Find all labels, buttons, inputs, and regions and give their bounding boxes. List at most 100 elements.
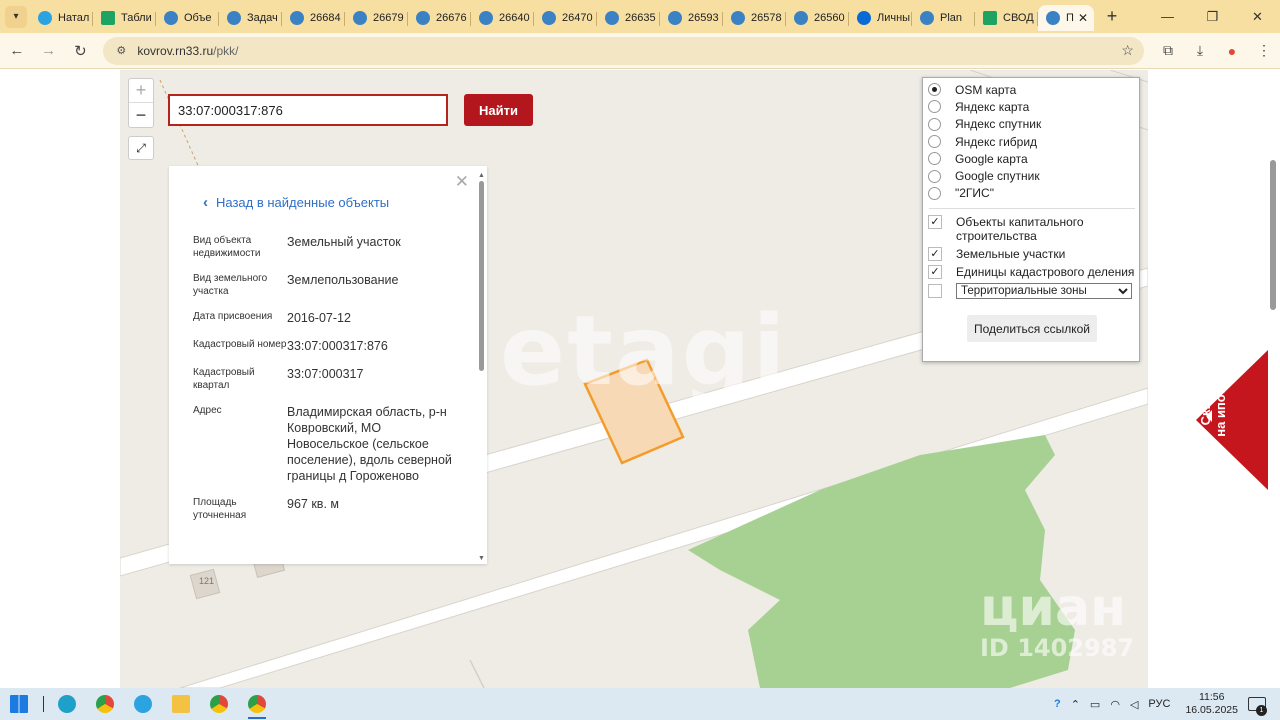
new-tab-button[interactable]: +: [1100, 5, 1124, 29]
territorial-zones-select[interactable]: Территориальные зоны: [956, 283, 1132, 300]
menu-dots-icon[interactable]: ⋮: [1248, 36, 1280, 66]
checkbox[interactable]: ✓: [928, 247, 942, 262]
info-value: 33:07:000317:876: [287, 339, 388, 353]
extensions-icon[interactable]: ⧉: [1152, 36, 1184, 66]
browser-tab[interactable]: 26640: [471, 5, 534, 31]
browser-tab[interactable]: Личны: [849, 5, 912, 31]
overlay-option[interactable]: ✓ Единицы кадастрового деления: [923, 265, 1139, 280]
url-path: /pkk/: [213, 43, 239, 58]
scroll-up-icon[interactable]: ▲: [478, 172, 485, 179]
tab-title: 26679: [373, 12, 404, 24]
forward-arrow-icon[interactable]: →: [34, 36, 64, 66]
browser-tab[interactable]: 26676: [408, 5, 471, 31]
zoom-out-button[interactable]: −: [129, 103, 153, 127]
close-icon[interactable]: ✕: [455, 172, 469, 192]
minimize-icon[interactable]: —: [1145, 0, 1190, 33]
tab-close-icon[interactable]: ✕: [1078, 11, 1088, 25]
download-icon[interactable]: ⤓: [1184, 36, 1216, 66]
taskbar-chrome-3[interactable]: [238, 688, 276, 720]
chrome-icon: [248, 695, 266, 713]
info-row: Площадь уточненная 967 кв. м: [193, 496, 455, 522]
browser-tab[interactable]: Plan: [912, 5, 975, 31]
overlay-option[interactable]: ✓ Объекты капитального строительства: [923, 215, 1139, 243]
site-info-icon[interactable]: ⚙: [113, 43, 129, 59]
checkbox[interactable]: ✓: [928, 215, 942, 230]
browser-tab[interactable]: 26560: [786, 5, 849, 31]
cadastral-map[interactable]: 121 etagi циан ID 1402987 + − ⤢ Найти ✕ …: [120, 70, 1148, 688]
zones-row: Территориальные зоны: [923, 283, 1139, 300]
taskbar-chrome[interactable]: [86, 688, 124, 720]
browser-tab[interactable]: Натал: [30, 5, 93, 31]
checkbox[interactable]: ✓: [928, 265, 942, 280]
radio-button[interactable]: [928, 117, 941, 131]
taskbar-edge[interactable]: [48, 688, 86, 720]
bookmark-star-icon[interactable]: ☆: [1121, 42, 1134, 59]
notification-icon[interactable]: 1: [1248, 697, 1267, 716]
base-map-option[interactable]: OSM карта: [923, 81, 1139, 98]
wifi-icon[interactable]: ◠: [1110, 698, 1120, 711]
fullscreen-button[interactable]: ⤢: [128, 136, 154, 160]
page-scroll-thumb[interactable]: [1270, 160, 1276, 310]
browser-tab[interactable]: П ✕: [1038, 5, 1094, 31]
browser-tab[interactable]: 26593: [660, 5, 723, 31]
browser-tab[interactable]: Задач: [219, 5, 282, 31]
url-text[interactable]: kovrov.rn33.ru/pkk/: [137, 44, 238, 58]
clock[interactable]: 11:56 16.05.2025: [1185, 691, 1238, 717]
tab-title: Объе: [184, 12, 212, 24]
radio-button[interactable]: [928, 152, 941, 166]
scroll-thumb[interactable]: [479, 181, 484, 371]
globe-icon: [668, 11, 682, 25]
language-indicator[interactable]: РУС: [1148, 698, 1170, 710]
zones-checkbox[interactable]: [928, 284, 942, 299]
browser-tab[interactable]: СВОД: [975, 5, 1038, 31]
radio-button[interactable]: [928, 83, 941, 97]
volume-icon[interactable]: ◁: [1130, 698, 1138, 711]
base-map-option[interactable]: Google карта: [923, 150, 1139, 167]
taskbar-chrome-2[interactable]: [200, 688, 238, 720]
chevron-up-icon[interactable]: ⌃: [1071, 698, 1080, 711]
base-map-option[interactable]: Яндекс гибрид: [923, 133, 1139, 150]
back-arrow-icon[interactable]: ←: [2, 36, 32, 66]
reload-icon[interactable]: ↻: [66, 36, 96, 66]
browser-tab[interactable]: 26635: [597, 5, 660, 31]
base-map-option[interactable]: Яндекс карта: [923, 98, 1139, 115]
base-map-label: Яндекс гибрид: [955, 134, 1038, 149]
help-icon[interactable]: ?: [1054, 698, 1061, 710]
browser-tab[interactable]: 26684: [282, 5, 345, 31]
taskbar-telegram[interactable]: [124, 688, 162, 720]
browser-tab[interactable]: Табли: [93, 5, 156, 31]
overlay-option[interactable]: ✓ Земельные участки: [923, 247, 1139, 262]
back-to-results-link[interactable]: ‹ Назад в найденные объекты: [203, 194, 389, 211]
radio-button[interactable]: [928, 186, 941, 200]
radio-button[interactable]: [928, 135, 941, 149]
base-map-option[interactable]: Яндекс спутник: [923, 116, 1139, 133]
info-scrollbar[interactable]: ▲ ▼: [478, 172, 485, 562]
profile-avatar[interactable]: ●: [1216, 36, 1248, 66]
base-map-option[interactable]: "2ГИС": [923, 185, 1139, 202]
address-bar[interactable]: ⚙ kovrov.rn33.ru/pkk/ ☆: [103, 36, 1144, 65]
browser-tab[interactable]: Объе: [156, 5, 219, 31]
start-button[interactable]: [0, 688, 38, 720]
chevron-left-icon: ‹: [203, 194, 208, 211]
close-window-icon[interactable]: ✕: [1235, 0, 1280, 33]
browser-tab[interactable]: 26578: [723, 5, 786, 31]
taskbar-explorer[interactable]: [162, 688, 200, 720]
zoom-in-button[interactable]: +: [129, 79, 153, 103]
mortgage-discount-tab[interactable]: Скидки на ипотеку: [1196, 350, 1268, 490]
tab-title: Табли: [121, 12, 152, 24]
clock-time: 11:56: [1198, 691, 1225, 703]
browser-tab[interactable]: 26470: [534, 5, 597, 31]
tab-search-button[interactable]: ▾: [5, 5, 27, 28]
base-map-label: Google карта: [955, 151, 1028, 166]
cadastral-search-input[interactable]: [168, 94, 448, 126]
base-map-option[interactable]: Google спутник: [923, 167, 1139, 184]
browser-tab[interactable]: 26679: [345, 5, 408, 31]
scroll-down-icon[interactable]: ▼: [478, 555, 485, 562]
radio-button[interactable]: [928, 100, 941, 114]
page-scrollbar[interactable]: [1267, 70, 1280, 688]
battery-icon[interactable]: ▭: [1090, 698, 1100, 711]
share-link-button[interactable]: Поделиться ссылкой: [967, 315, 1097, 342]
search-button[interactable]: Найти: [464, 94, 533, 126]
radio-button[interactable]: [928, 169, 941, 183]
maximize-icon[interactable]: ❐: [1190, 0, 1235, 33]
